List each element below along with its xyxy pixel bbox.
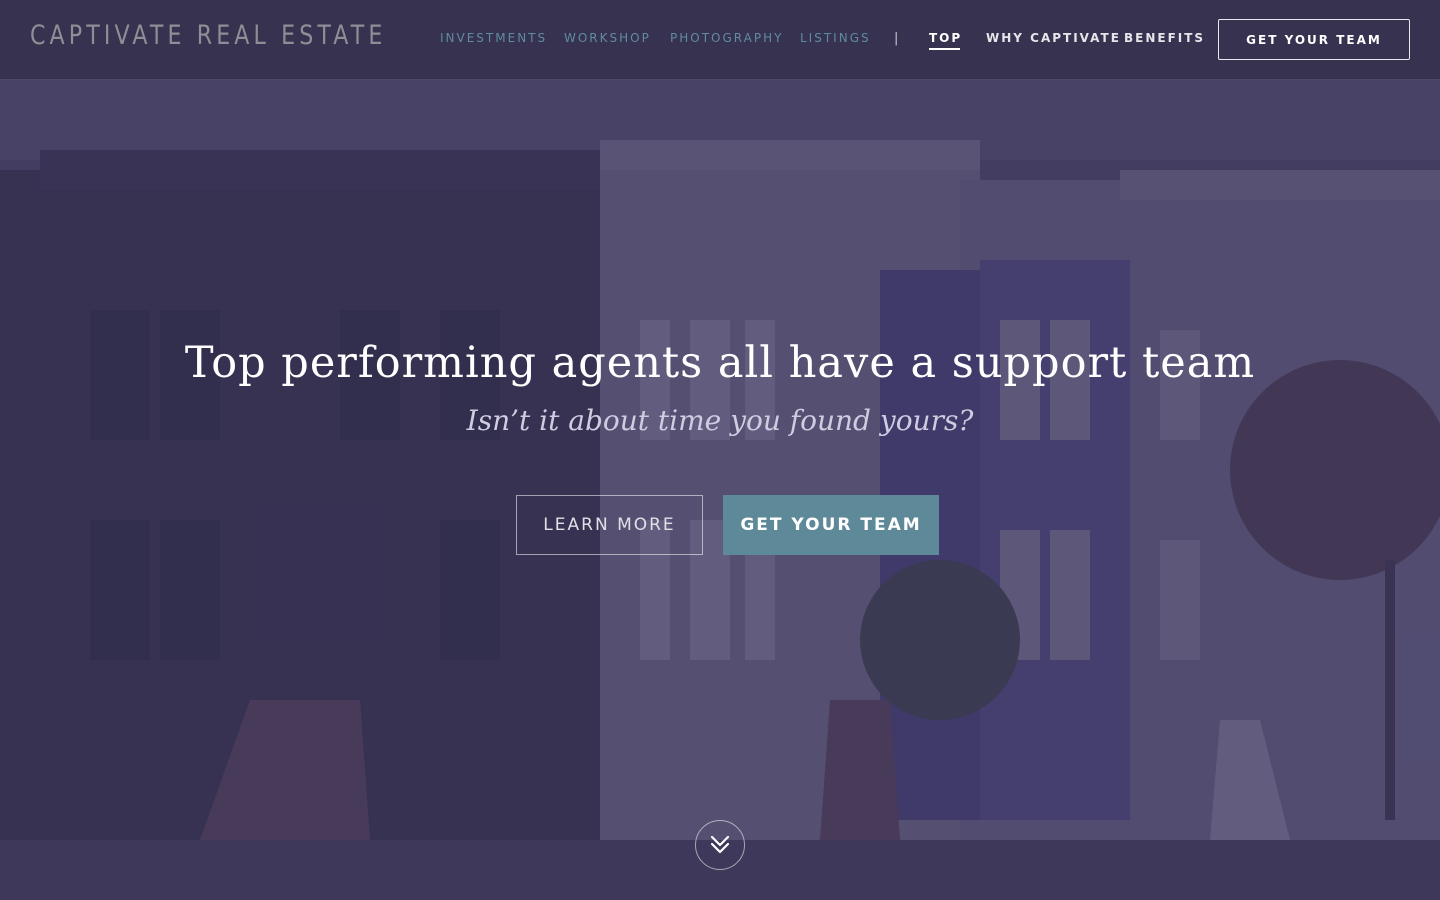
nav-item-listings[interactable]: LISTINGS bbox=[800, 31, 871, 45]
nav-item-benefits[interactable]: BENEFITS bbox=[1124, 31, 1205, 45]
nav-item-workshop[interactable]: WORKSHOP bbox=[564, 31, 651, 45]
site-header: CAPTIVATE REAL ESTATE INVESTMENTS WORKSH… bbox=[0, 0, 1440, 80]
scroll-down-button[interactable] bbox=[695, 820, 745, 870]
brand-logo[interactable]: CAPTIVATE REAL ESTATE bbox=[30, 20, 386, 51]
nav-item-top[interactable]: TOP bbox=[929, 31, 962, 50]
learn-more-button[interactable]: LEARN MORE bbox=[516, 495, 703, 555]
nav-separator: | bbox=[894, 31, 899, 46]
nav-item-photography[interactable]: PHOTOGRAPHY bbox=[670, 31, 783, 45]
nav-item-investments[interactable]: INVESTMENTS bbox=[440, 31, 547, 45]
hero-section: Top performing agents all have a support… bbox=[0, 0, 1440, 900]
hero-subheadline: Isn’t it about time you found yours? bbox=[466, 404, 974, 437]
get-your-team-button[interactable]: GET YOUR TEAM bbox=[723, 495, 939, 555]
double-chevron-down-icon bbox=[710, 835, 730, 854]
hero-headline: Top performing agents all have a support… bbox=[184, 338, 1256, 388]
page: CAPTIVATE REAL ESTATE INVESTMENTS WORKSH… bbox=[0, 0, 1440, 900]
nav-item-why-captivate[interactable]: WHY CAPTIVATE bbox=[986, 31, 1121, 45]
header-get-your-team-button[interactable]: GET YOUR TEAM bbox=[1218, 19, 1410, 60]
